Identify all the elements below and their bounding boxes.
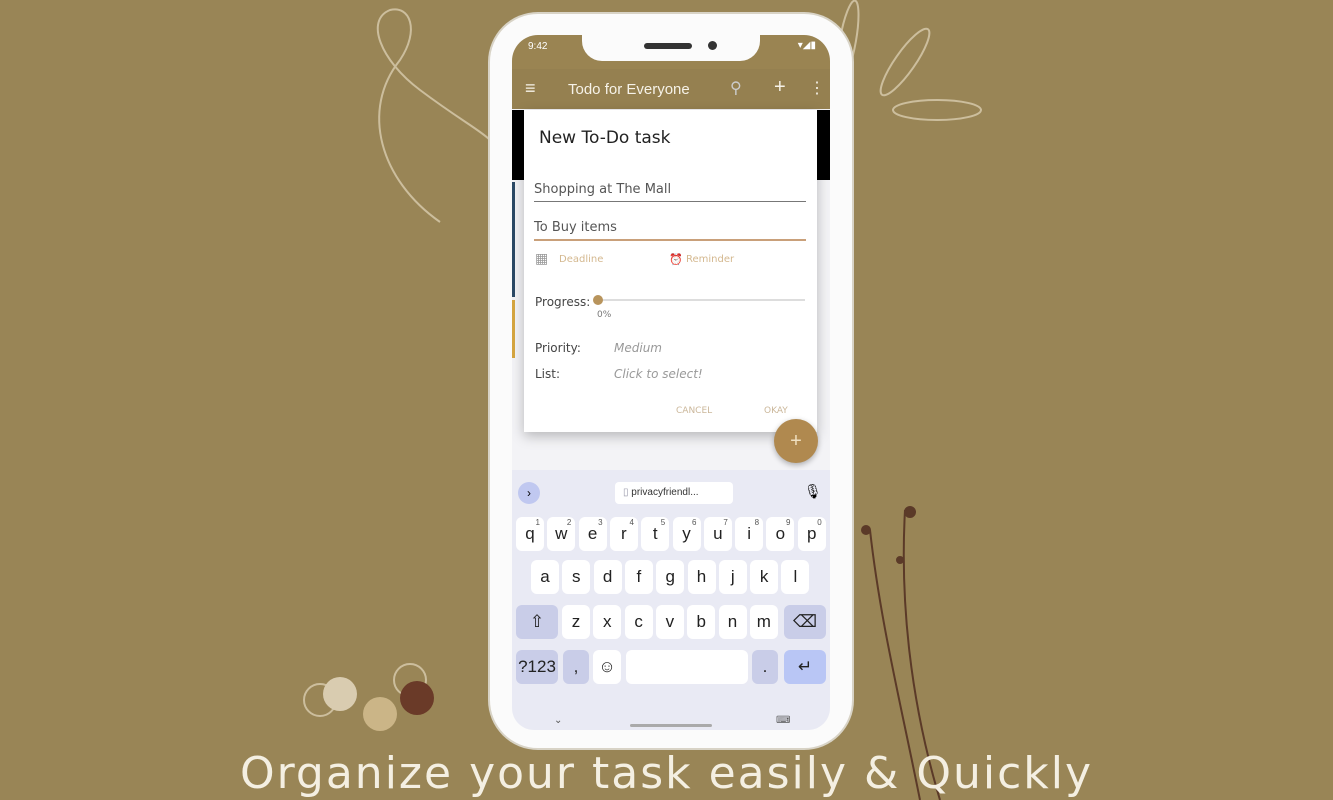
key-b[interactable]: b: [687, 605, 716, 639]
item-color-strip: [512, 182, 515, 297]
suggestion-text: privacyfriendl...: [631, 487, 699, 498]
key-i[interactable]: i8: [735, 517, 764, 551]
progress-value: 0%: [597, 310, 612, 320]
key-n[interactable]: n: [718, 605, 747, 639]
microphone-icon[interactable]: 🎙: [804, 483, 822, 500]
list-value[interactable]: Click to select!: [614, 367, 703, 381]
expand-toolbar-button[interactable]: ›: [518, 482, 540, 504]
shift-key[interactable]: ⇧: [516, 605, 558, 639]
key-j[interactable]: j: [718, 560, 747, 594]
add-icon[interactable]: +: [774, 76, 786, 99]
key-q[interactable]: q1: [516, 517, 544, 551]
key-f[interactable]: f: [624, 560, 653, 594]
reminder-button[interactable]: Reminder: [686, 254, 734, 265]
promo-caption: Organize your task easily & Quickly: [239, 748, 1094, 799]
key-p[interactable]: p0: [797, 517, 826, 551]
menu-icon[interactable]: ≡: [525, 78, 536, 99]
key-s[interactable]: s: [562, 560, 591, 594]
key-m[interactable]: m: [749, 605, 778, 639]
key-r[interactable]: r4: [609, 517, 638, 551]
gesture-bar: [630, 724, 712, 727]
task-name-value: Shopping at The Mall: [534, 182, 672, 197]
progress-label: Progress:: [535, 295, 591, 309]
backspace-key[interactable]: ⌫: [784, 605, 826, 639]
okay-button[interactable]: OKAY: [764, 406, 788, 416]
add-task-fab[interactable]: +: [774, 419, 818, 463]
phone-screen: 9:42 ▾◢▮ ≡ Todo for Everyone ⚲ + ⋮ New T…: [512, 35, 830, 730]
key-c[interactable]: c: [624, 605, 653, 639]
notch: [582, 35, 760, 61]
clipboard-suggestion[interactable]: ▯ privacyfriendl...: [615, 482, 733, 504]
key-u[interactable]: u7: [703, 517, 732, 551]
signal-battery-icon: ▾◢▮: [797, 40, 816, 51]
key-k[interactable]: k: [750, 560, 779, 594]
list-bg: [512, 110, 524, 180]
key-t[interactable]: t5: [641, 517, 670, 551]
priority-value[interactable]: Medium: [614, 341, 662, 355]
enter-key[interactable]: ↵: [784, 650, 826, 684]
description-input[interactable]: To Buy items: [534, 216, 806, 241]
key-e[interactable]: e3: [578, 517, 607, 551]
symbols-key[interactable]: ?123: [516, 650, 558, 684]
status-time: 9:42: [528, 41, 548, 52]
alarm-icon: ⏰: [669, 253, 683, 266]
key-g[interactable]: g: [656, 560, 685, 594]
key-w[interactable]: w2: [547, 517, 576, 551]
slider-thumb[interactable]: [593, 295, 603, 305]
list-label: List:: [535, 367, 561, 381]
calendar-icon: ▦: [535, 251, 549, 267]
period-key[interactable]: .: [752, 650, 778, 684]
new-task-dialog: New To-Do task Shopping at The Mall To B…: [524, 110, 817, 432]
key-d[interactable]: d: [593, 560, 622, 594]
key-z[interactable]: z: [562, 605, 590, 639]
progress-slider[interactable]: [593, 295, 805, 305]
emoji-key[interactable]: ☺: [593, 650, 621, 684]
app-title: Todo for Everyone: [568, 81, 690, 98]
space-key[interactable]: [626, 650, 748, 684]
app-bar: ≡ Todo for Everyone ⚲ + ⋮: [512, 69, 830, 109]
key-h[interactable]: h: [687, 560, 716, 594]
dialog-title: New To-Do task: [539, 128, 671, 148]
priority-label: Priority:: [535, 341, 581, 355]
key-l[interactable]: l: [781, 560, 810, 594]
task-name-input[interactable]: Shopping at The Mall: [534, 178, 806, 202]
key-x[interactable]: x: [593, 605, 622, 639]
list-bg: [817, 110, 830, 180]
more-icon[interactable]: ⋮: [809, 78, 825, 98]
key-a[interactable]: a: [531, 560, 559, 594]
search-icon[interactable]: ⚲: [730, 78, 742, 98]
hide-keyboard-icon[interactable]: ⌄: [554, 715, 562, 726]
comma-key[interactable]: ,: [563, 650, 589, 684]
item-color-strip: [512, 300, 515, 358]
key-y[interactable]: y6: [672, 517, 701, 551]
keyboard-switch-icon[interactable]: ⌨: [776, 715, 790, 726]
keyboard: › ▯ privacyfriendl... 🎙 q1w2e3r4t5y6u7i8…: [512, 470, 830, 730]
key-v[interactable]: v: [655, 605, 684, 639]
key-o[interactable]: o9: [766, 517, 795, 551]
deadline-button[interactable]: Deadline: [559, 254, 603, 265]
cancel-button[interactable]: CANCEL: [676, 406, 712, 416]
description-value: To Buy items: [534, 220, 617, 235]
